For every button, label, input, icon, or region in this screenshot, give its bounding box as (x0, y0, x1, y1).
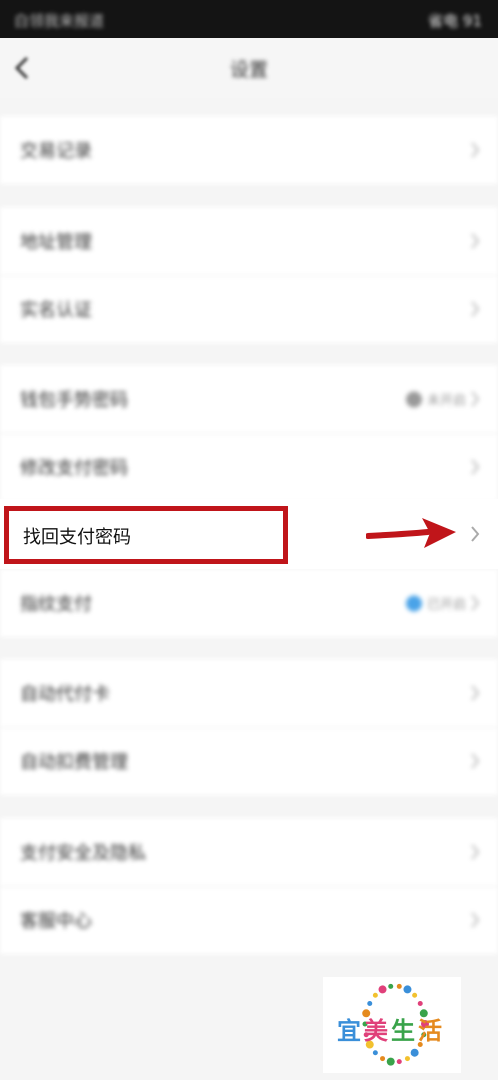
status-bar-right-text: 省电 91 (428, 12, 482, 30)
settings-item-label: 支付安全及隐私 (20, 843, 146, 864)
settings-item-security-privacy[interactable]: 支付安全及隐私 (0, 818, 498, 886)
page-title: 设置 (229, 59, 268, 81)
settings-group-5: 支付安全及隐私 客服中心 (0, 818, 498, 954)
settings-item-address[interactable]: 地址管理 (0, 207, 498, 275)
status-tag: 已开启 (405, 594, 466, 613)
status-text: 已开启 (426, 597, 466, 613)
settings-item-label: 钱包手势密码 (20, 390, 128, 411)
navigation-bar: 设置 (0, 38, 498, 98)
watermark-text: 宜 美 生 活 (337, 1011, 442, 1046)
chevron-right-icon (471, 233, 480, 249)
chevron-right-icon (471, 459, 480, 475)
settings-item-label: 自动扣费管理 (20, 752, 128, 773)
status-bar: 白领我来报道 省电 91 (0, 0, 498, 38)
status-tag: 未开启 (405, 390, 466, 409)
chevron-right-icon (471, 912, 480, 928)
wreath-flower (372, 1050, 378, 1056)
wreath-flower (410, 1048, 419, 1057)
settings-item-gesture-password[interactable]: 钱包手势密码 未开启 (0, 365, 498, 433)
wreath-flower (380, 1056, 386, 1062)
wreath-flower (412, 992, 418, 998)
settings-item-label: 实名认证 (20, 300, 92, 321)
chevron-right-icon (471, 753, 480, 769)
wreath-flower (386, 1057, 395, 1066)
settings-item-label: 自动代付卡 (20, 684, 110, 705)
status-bar-left-text: 白领我来报道 (14, 12, 105, 30)
settings-item-customer-service[interactable]: 客服中心 (0, 886, 498, 954)
chevron-right-icon (471, 595, 480, 611)
wreath-flower (417, 1000, 423, 1006)
settings-item-label: 客服中心 (20, 911, 92, 932)
settings-item-transaction-records[interactable]: 交易记录 (0, 116, 498, 184)
settings-group-3: 钱包手势密码 未开启 修改支付密码 (0, 365, 498, 501)
wreath-flower (396, 983, 402, 989)
chevron-right-icon (471, 844, 480, 860)
wreath-flower (388, 983, 394, 989)
settings-item-label: 指纹支付 (20, 594, 92, 615)
chevron-right-icon (471, 685, 480, 701)
settings-item-label: 交易记录 (20, 141, 92, 162)
wreath-flower (367, 1000, 373, 1006)
settings-group-1: 交易记录 (0, 116, 498, 184)
settings-item-auto-deduction[interactable]: 自动扣费管理 (0, 727, 498, 795)
settings-group-4: 自动代付卡 自动扣费管理 (0, 659, 498, 795)
wreath-flower (396, 1059, 402, 1065)
chevron-right-icon (471, 301, 480, 317)
settings-item-fingerprint-pay[interactable]: 指纹支付 已开启 (0, 569, 498, 637)
watermark-char: 美 (364, 1017, 388, 1045)
wreath-flower (404, 1056, 410, 1062)
lock-icon (405, 391, 422, 407)
wreath-flower (378, 985, 387, 994)
watermark-logo: 宜 美 生 活 (323, 977, 461, 1073)
settings-item-change-pay-password[interactable]: 修改支付密码 (0, 433, 498, 501)
settings-item-real-name[interactable]: 实名认证 (0, 275, 498, 343)
red-arrow-icon (366, 518, 456, 548)
check-circle-icon (405, 595, 422, 611)
settings-item-label: 找回支付密码 (23, 527, 131, 548)
settings-group-2: 地址管理 实名认证 (0, 207, 498, 343)
settings-item-label: 地址管理 (20, 232, 92, 253)
settings-item-auto-pay-card[interactable]: 自动代付卡 (0, 659, 498, 727)
chevron-right-icon (471, 142, 480, 158)
watermark-char: 生 (391, 1017, 415, 1045)
watermark-char: 宜 (337, 1017, 361, 1045)
settings-item-label: 修改支付密码 (20, 458, 128, 479)
wreath-flower (403, 985, 412, 994)
watermark-char: 活 (418, 1017, 442, 1045)
chevron-right-icon (471, 526, 480, 542)
wreath-flower (372, 992, 378, 998)
settings-group-3-tail: 指纹支付 已开启 (0, 569, 498, 637)
chevron-right-icon (471, 391, 480, 407)
highlight-box: 找回支付密码 (4, 506, 288, 564)
status-text: 未开启 (426, 393, 466, 409)
